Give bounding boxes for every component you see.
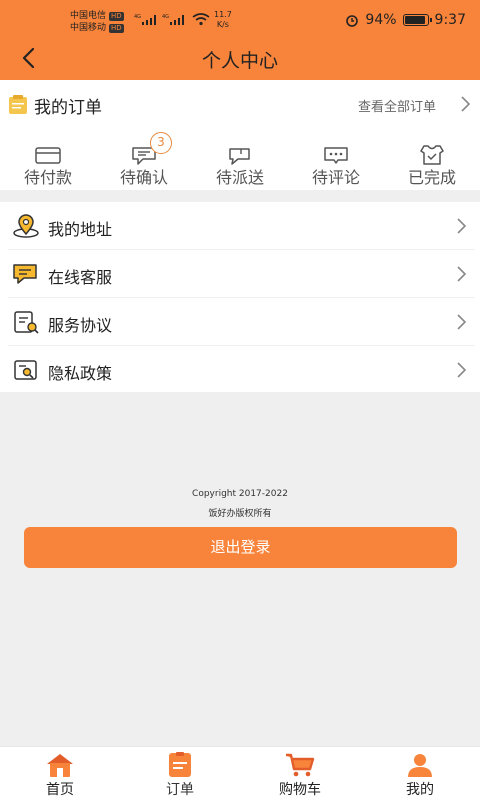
status-label: 待派送 [215,168,264,187]
hd-badge-2: HD [109,24,124,33]
tab-cart[interactable]: 购物车 [240,747,360,800]
menu-label: 我的地址 [48,220,113,239]
status-pending-delivery[interactable]: 待派送 [192,140,288,188]
settings-menu: 我的地址 在线客服 服务协议 隐私政策 [0,202,480,392]
tab-label: 首页 [46,782,74,798]
tab-label: 购物车 [279,782,321,798]
check-shirt-icon [420,145,444,165]
tab-label: 我的 [406,782,434,798]
signal-icon: 4G [134,14,156,25]
navbar: 个人中心 [0,38,480,78]
net-speed-value: 11.7 [214,10,232,19]
tab-orders[interactable]: 订单 [120,747,240,800]
copyright-block: Copyright 2017-2022 饭好办版权所有 [0,484,480,524]
delivery-icon [229,148,250,165]
net-speed: 11.7 K/s [214,10,232,30]
status-pending-payment[interactable]: 待付款 [0,140,96,188]
status-label: 待付款 [23,168,72,187]
svg-text:4G: 4G [162,14,169,20]
tab-profile[interactable]: 我的 [360,747,480,800]
location-icon [13,214,39,238]
view-all-orders-link[interactable]: 查看全部订单 [358,96,436,115]
carrier-2: 中国移动 [70,23,107,33]
chevron-right-icon [457,362,467,378]
menu-label: 在线客服 [48,268,113,287]
pending-confirm-badge: 3 [150,132,172,154]
chat-bubble-icon [13,264,37,284]
menu-label: 隐私政策 [48,364,113,383]
signal-icon-2: 4G [162,14,184,25]
tab-label: 订单 [166,782,194,798]
chevron-right-icon [457,218,467,234]
orders-header[interactable]: 我的订单 查看全部订单 [0,90,480,118]
comment-icon [324,147,348,164]
page-title: 个人中心 [201,50,278,72]
svg-text:4G: 4G [134,14,141,20]
header: 中国电信 HD 中国移动 HD 4G 4G 11.7 K/s 94% 9:37 … [0,0,480,80]
document-icon [14,311,39,334]
status-right: 94% 9:37 [345,12,466,28]
menu-item-privacy-policy[interactable]: 隐私政策 [8,346,474,394]
tab-home[interactable]: 首页 [0,747,120,800]
copyright-text: Copyright 2017-2022 [192,489,288,499]
clipboard-icon [9,95,27,114]
menu-item-service-agreement[interactable]: 服务协议 [8,298,474,346]
wallet-icon [35,147,61,164]
status-completed[interactable]: 已完成 [384,140,480,188]
order-status-row: 待付款 3 待确认 待派送 待评论 已完成 [0,132,480,188]
battery-percent: 94% [365,12,397,28]
chevron-right-icon [461,96,471,112]
cart-icon [286,753,315,777]
status-label: 待评论 [311,168,360,187]
orders-title: 我的订单 [34,98,102,118]
status-pending-review[interactable]: 待评论 [288,140,384,188]
user-icon [408,754,432,777]
wifi-icon [192,13,210,26]
status-pending-confirm[interactable]: 3 待确认 [96,132,192,188]
status-bar: 中国电信 HD 中国移动 HD 4G 4G 11.7 K/s 94% 9:37 [0,0,480,36]
menu-item-customer-service[interactable]: 在线客服 [8,250,474,298]
copyright-owner: 饭好办版权所有 [208,509,272,519]
battery-icon [402,14,432,26]
carrier-1: 中国电信 [70,11,107,21]
status-label: 待确认 [119,168,168,187]
clock: 9:37 [434,12,466,28]
menu-item-address[interactable]: 我的地址 [8,202,474,250]
net-speed-unit: K/s [216,20,229,29]
order-icon [169,752,191,777]
home-icon [47,754,73,777]
hd-badge-1: HD [109,12,124,21]
privacy-icon [14,360,37,380]
alarm-icon [346,15,359,27]
status-label: 已完成 [407,168,456,187]
chevron-right-icon [457,266,467,282]
orders-card: 我的订单 查看全部订单 待付款 3 待确认 待派送 待评论 已完成 [0,80,480,190]
menu-label: 服务协议 [48,316,113,335]
logout-button[interactable]: 退出登录 [24,527,457,568]
bottom-tabbar: 首页 订单 购物车 我的 [0,746,480,800]
carrier-info: 中国电信 HD 中国移动 HD [70,10,124,34]
chevron-right-icon [457,314,467,330]
